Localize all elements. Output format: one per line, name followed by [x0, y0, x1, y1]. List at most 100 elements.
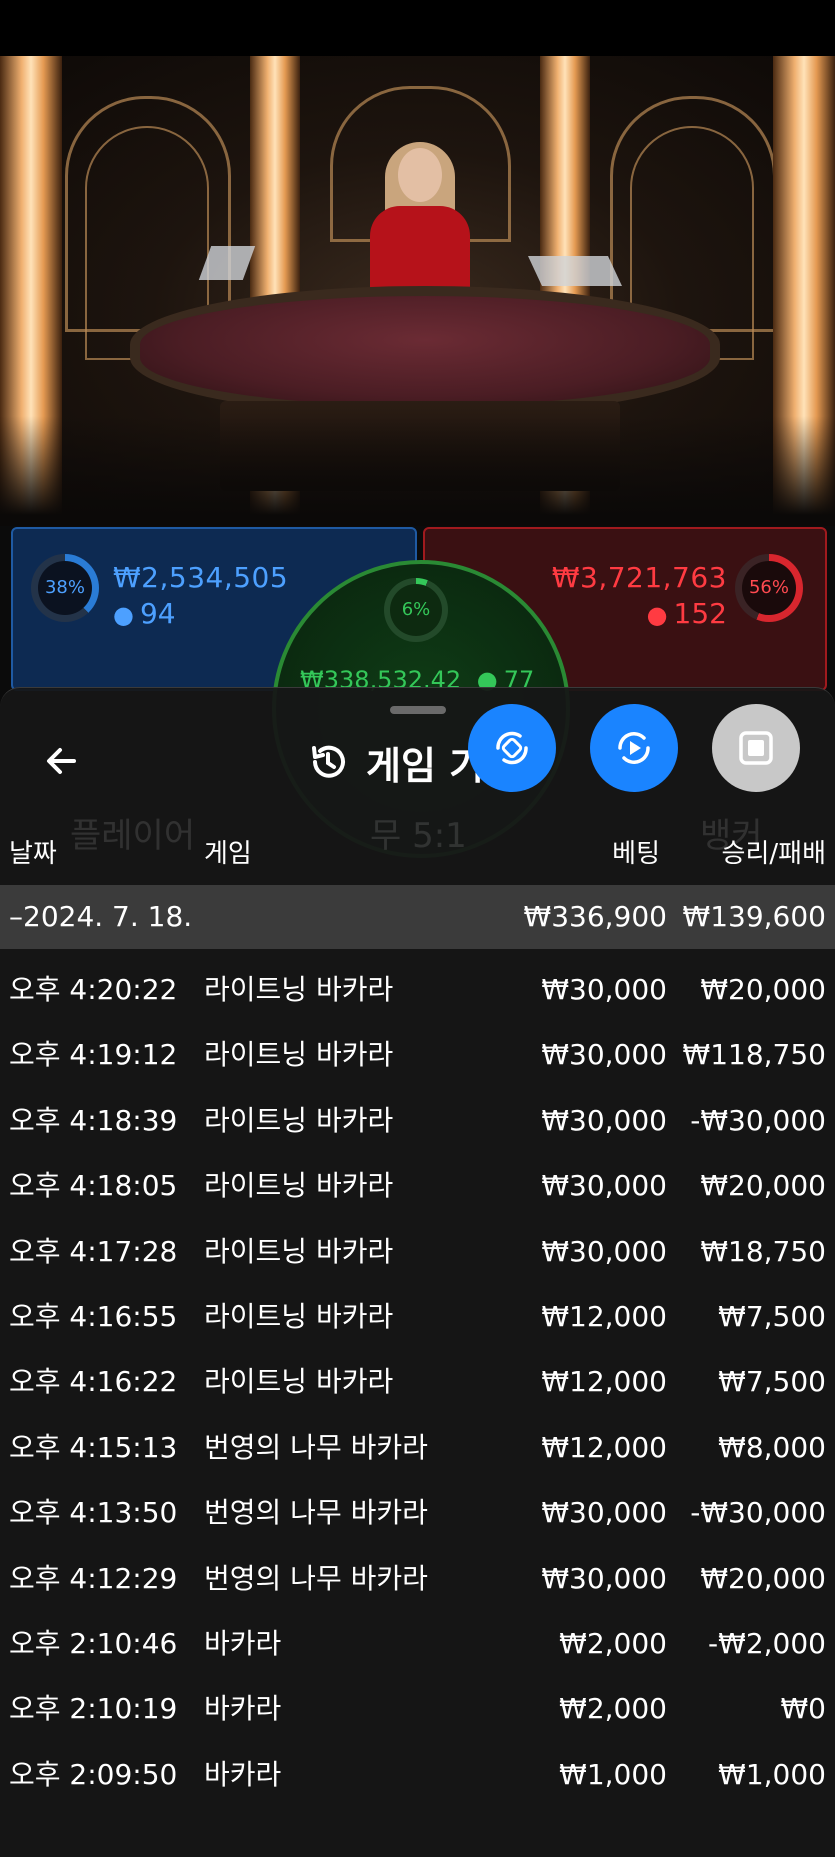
row-time: 오후 4:16:22: [9, 1365, 178, 1399]
banker-percent-ring: 56%: [735, 554, 803, 622]
row-winloss: -₩30,000: [690, 1103, 826, 1137]
row-bet: ₩2,000: [559, 1692, 667, 1726]
column-date: 날짜: [9, 839, 57, 869]
table-row[interactable]: 오후 4:16:22 라이트닝 바카라 ₩12,000 ₩7,500: [0, 1354, 835, 1410]
back-button[interactable]: [38, 736, 88, 786]
row-time: 오후 2:10:19: [9, 1692, 178, 1726]
baccarat-table: [130, 286, 720, 416]
tie-percent: 6%: [401, 599, 431, 620]
table-row[interactable]: 오후 2:10:46 바카라 ₩2,000 -₩2,000: [0, 1616, 835, 1672]
sheet-drag-handle[interactable]: [390, 706, 446, 714]
table-row[interactable]: 오후 4:18:39 라이트닝 바카라 ₩30,000 -₩30,000: [0, 1093, 835, 1149]
banker-percent: 56%: [748, 577, 789, 598]
stop-button[interactable]: [712, 704, 800, 792]
date-group-row[interactable]: –2024. 7. 18. ₩336,900 ₩139,600: [0, 885, 835, 949]
table-row[interactable]: 오후 4:15:13 번영의 나무 바카라 ₩12,000 ₩8,000: [0, 1420, 835, 1476]
row-game: 바카라: [204, 1692, 282, 1726]
row-bet: ₩30,000: [541, 1561, 667, 1595]
banker-count-value: 152: [673, 597, 727, 630]
dealer-face: [398, 148, 442, 202]
row-bet: ₩30,000: [541, 1496, 667, 1530]
row-game: 번영의 나무 바카라: [204, 1430, 428, 1464]
table-row[interactable]: 오후 4:20:22 라이트닝 바카라 ₩30,000 ₩20,000: [0, 962, 835, 1018]
row-game: 라이트닝 바카라: [204, 1103, 394, 1137]
row-winloss: ₩20,000: [700, 1169, 826, 1203]
row-time: 오후 4:19:12: [9, 1038, 178, 1072]
banker-bet-amount: ₩3,721,763: [551, 561, 727, 594]
row-time: 오후 4:18:05: [9, 1169, 178, 1203]
row-winloss: ₩0: [780, 1692, 827, 1726]
row-game: 라이트닝 바카라: [204, 973, 394, 1006]
date-group-label: –2024. 7. 18.: [9, 900, 193, 933]
row-winloss: ₩20,000: [700, 973, 826, 1006]
person-icon: ●: [646, 601, 668, 629]
table-row[interactable]: 오후 4:12:29 번영의 나무 바카라 ₩30,000 ₩20,000: [0, 1551, 835, 1607]
row-winloss: ₩7,500: [718, 1300, 826, 1333]
history-icon: [312, 745, 345, 778]
date-group-bet-total: ₩336,900: [523, 900, 667, 933]
player-percent-ring: 38%: [31, 554, 99, 622]
replay-button[interactable]: [590, 704, 678, 792]
row-bet: ₩30,000: [541, 1169, 667, 1203]
row-bet: ₩12,000: [541, 1365, 667, 1399]
replay-icon: [618, 732, 650, 764]
row-winloss: -₩2,000: [708, 1627, 826, 1660]
row-time: 오후 4:15:13: [9, 1430, 178, 1464]
row-game: 라이트닝 바카라: [204, 1169, 394, 1203]
row-game: 바카라: [204, 1757, 282, 1791]
row-time: 오후 4:17:28: [9, 1234, 178, 1268]
row-time: 오후 4:13:50: [9, 1496, 178, 1530]
stop-icon: [739, 731, 773, 765]
row-time: 오후 2:09:50: [9, 1757, 178, 1791]
row-game: 라이트닝 바카라: [204, 1038, 394, 1072]
table-row[interactable]: 오후 2:09:50 바카라 ₩1,000 ₩1,000: [0, 1747, 835, 1803]
table-row[interactable]: 오후 4:13:50 번영의 나무 바카라 ₩30,000 -₩30,000: [0, 1485, 835, 1541]
ghost-tie-label: 무 5:1: [370, 816, 467, 856]
row-winloss: ₩8,000: [718, 1430, 826, 1464]
row-bet: ₩30,000: [541, 1038, 667, 1072]
player-bettor-count: ● 94: [113, 597, 176, 630]
tie-percent-ring: 6%: [384, 578, 448, 642]
row-time: 오후 4:18:39: [9, 1103, 178, 1137]
table-row[interactable]: 오후 4:18:05 라이트닝 바카라 ₩30,000 ₩20,000: [0, 1158, 835, 1214]
row-game: 번영의 나무 바카라: [204, 1561, 428, 1595]
player-percent: 38%: [44, 577, 85, 598]
ghost-player-label: 플레이어: [70, 816, 196, 856]
player-count-value: 94: [139, 597, 176, 630]
status-bar: [0, 0, 835, 56]
row-winloss: ₩1,000: [718, 1757, 826, 1791]
table-row[interactable]: 오후 4:17:28 라이트닝 바카라 ₩30,000 ₩18,750: [0, 1224, 835, 1280]
column-bet: 베팅: [612, 839, 660, 869]
column-winloss: 승리/패배: [721, 839, 826, 869]
back-arrow-icon: [47, 748, 76, 774]
row-bet: ₩30,000: [541, 1234, 667, 1268]
row-game: 번영의 나무 바카라: [204, 1496, 428, 1530]
rotate-screen-button[interactable]: [468, 704, 556, 792]
row-bet: ₩30,000: [541, 1103, 667, 1137]
row-bet: ₩1,000: [559, 1757, 667, 1791]
live-video: [0, 56, 835, 526]
row-time: 오후 2:10:46: [9, 1627, 178, 1660]
row-bet: ₩12,000: [541, 1430, 667, 1464]
row-winloss: ₩20,000: [700, 1561, 826, 1595]
row-winloss: ₩18,750: [700, 1234, 826, 1268]
game-history-sheet: 플레이어 무 5:1 뱅커 게임 기록 날짜 게임 베팅 승리/패배 –2024…: [0, 687, 835, 1857]
rotate-screen-icon: [496, 731, 528, 765]
table-row[interactable]: 오후 4:16:55 라이트닝 바카라 ₩12,000 ₩7,500: [0, 1289, 835, 1345]
row-bet: ₩12,000: [541, 1300, 667, 1333]
row-winloss: -₩30,000: [690, 1496, 826, 1530]
row-time: 오후 4:20:22: [9, 973, 178, 1006]
row-game: 라이트닝 바카라: [204, 1300, 394, 1333]
row-bet: ₩2,000: [559, 1627, 667, 1660]
player-bet-amount: ₩2,534,505: [113, 561, 289, 594]
table-row[interactable]: 오후 4:19:12 라이트닝 바카라 ₩30,000 ₩118,750: [0, 1027, 835, 1083]
date-group-win-total: ₩139,600: [682, 900, 826, 933]
row-bet: ₩30,000: [541, 973, 667, 1006]
banker-bettor-count: ● 152: [647, 597, 727, 630]
card-shoe: [528, 256, 622, 286]
table-row[interactable]: 오후 2:10:19 바카라 ₩2,000 ₩0: [0, 1681, 835, 1737]
row-game: 라이트닝 바카라: [204, 1365, 394, 1399]
row-winloss: ₩7,500: [718, 1365, 826, 1399]
row-time: 오후 4:12:29: [9, 1561, 178, 1595]
floor-shadow: [0, 416, 835, 526]
